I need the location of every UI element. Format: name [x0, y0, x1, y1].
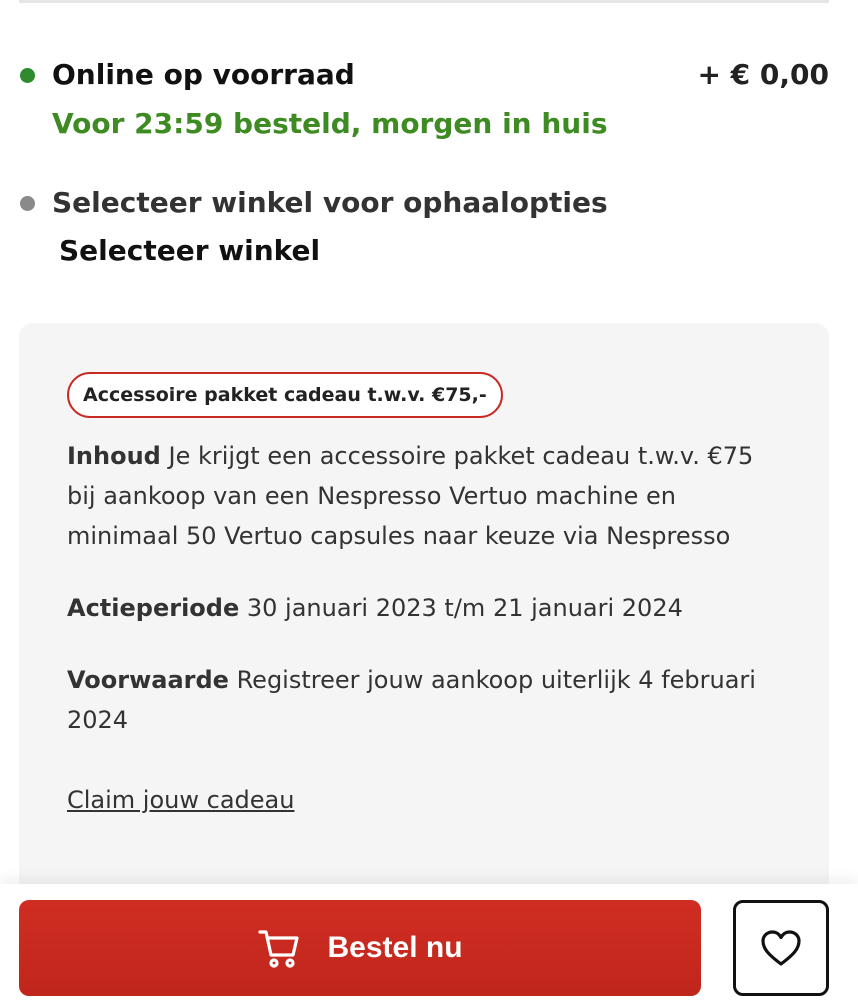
- promo-condition-label: Voorwaarde: [67, 666, 229, 694]
- wishlist-button[interactable]: [733, 900, 829, 996]
- online-stock-status-dot: [20, 68, 35, 83]
- select-store-link[interactable]: Selecteer winkel: [59, 234, 320, 267]
- cart-icon: [258, 930, 300, 968]
- online-delivery-price: + € 0,00: [697, 58, 829, 91]
- claim-gift-link[interactable]: Claim jouw cadeau: [67, 780, 294, 820]
- heart-icon: [761, 930, 801, 966]
- pickup-status-dot: [20, 196, 35, 211]
- promo-content-label: Inhoud: [67, 442, 161, 470]
- promo-period-text: 30 januari 2023 t/m 21 januari 2024: [246, 594, 683, 622]
- online-stock-title: Online op voorraad: [52, 58, 355, 91]
- promo-condition-row: Voorwaarde Registreer jouw aankoop uiter…: [67, 660, 787, 740]
- promo-content-row: Inhoud Je krijgt een accessoire pakket c…: [67, 436, 787, 556]
- pickup-title: Selecteer winkel voor ophaalopties: [52, 186, 608, 219]
- promo-badge: Accessoire pakket cadeau t.w.v. €75,-: [67, 372, 503, 418]
- promo-content-text: Je krijgt een accessoire pakket cadeau t…: [67, 442, 754, 550]
- promo-period-row: Actieperiode 30 januari 2023 t/m 21 janu…: [67, 588, 787, 628]
- delivery-note: Voor 23:59 besteld, morgen in huis: [52, 107, 608, 140]
- promo-card: Accessoire pakket cadeau t.w.v. €75,- In…: [19, 323, 829, 923]
- order-now-button[interactable]: Bestel nu: [19, 900, 701, 996]
- order-now-label: Bestel nu: [327, 931, 463, 964]
- promo-period-label: Actieperiode: [67, 594, 240, 622]
- top-divider: [19, 0, 829, 3]
